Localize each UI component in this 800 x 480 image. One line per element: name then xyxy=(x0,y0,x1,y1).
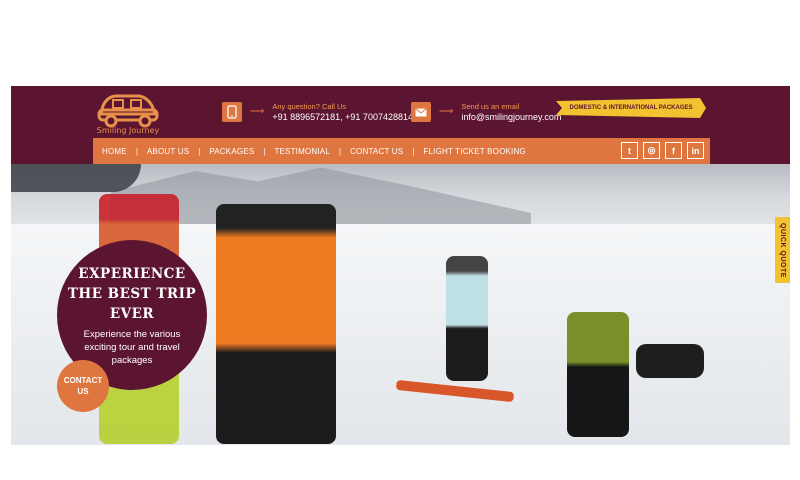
mail-icon xyxy=(411,102,431,122)
phone-value[interactable]: +91 8896572181, +91 7007428814 xyxy=(272,111,413,123)
nav-packages[interactable]: PACKAGES xyxy=(200,147,263,156)
contact-button-line2: US xyxy=(77,387,89,396)
nav-testimonial[interactable]: TESTIMONIAL xyxy=(265,147,339,156)
nav-separator: | xyxy=(263,146,266,156)
hero-heading-line2: THE BEST TRIP xyxy=(67,285,197,302)
social-links: t ◎ f in xyxy=(621,142,704,159)
logo[interactable]: Smiling Journey xyxy=(93,88,163,138)
linkedin-icon[interactable]: in xyxy=(687,142,704,159)
hero-heading-line1: EXPERIENCE xyxy=(78,265,186,282)
phone-contact[interactable]: ⟶ Any question? Call Us +91 8896572181, … xyxy=(222,102,413,123)
nav-contact-us[interactable]: CONTACT US xyxy=(341,147,412,156)
skier-figure xyxy=(446,256,488,381)
twitter-icon[interactable]: t xyxy=(621,142,638,159)
email-contact[interactable]: ⟶ Send us an email info@smilingjourney.c… xyxy=(411,102,561,123)
arrow-right-icon: ⟶ xyxy=(439,106,454,117)
nav-flight-ticket-booking[interactable]: FLIGHT TICKET BOOKING xyxy=(414,147,534,156)
nav-about-us[interactable]: ABOUT US xyxy=(138,147,198,156)
arrow-right-icon: ⟶ xyxy=(250,106,265,117)
hero-banner: EXPERIENCE THE BEST TRIP EVER Experience… xyxy=(11,164,790,445)
nav-separator: | xyxy=(412,146,415,156)
quick-quote-tab[interactable]: QUICK QUOTE xyxy=(775,217,790,283)
site-header: Smiling Journey ⟶ Any question? Call Us … xyxy=(11,86,790,138)
skier-figure xyxy=(216,204,336,444)
logo-text: Smiling Journey xyxy=(96,126,160,135)
site-frame: Smiling Journey ⟶ Any question? Call Us … xyxy=(11,86,790,445)
car-logo-icon xyxy=(97,94,159,128)
nav-home[interactable]: HOME xyxy=(93,147,136,156)
hero-heading-line3: EVER xyxy=(109,305,155,322)
main-navigation: HOME | ABOUT US | PACKAGES | TESTIMONIAL… xyxy=(93,138,710,164)
nav-separator: | xyxy=(135,146,138,156)
nav-separator: | xyxy=(338,146,342,156)
phone-icon xyxy=(222,102,242,122)
packages-ribbon[interactable]: DOMESTIC & INTERNATIONAL PACKAGES xyxy=(556,98,706,118)
ski-lift xyxy=(11,164,141,192)
contact-us-button[interactable]: CONTACT US xyxy=(57,360,109,412)
facebook-icon[interactable]: f xyxy=(665,142,682,159)
email-value[interactable]: info@smilingjourney.com xyxy=(461,111,561,123)
phone-label: Any question? Call Us xyxy=(272,102,347,111)
skier-figure xyxy=(567,312,629,437)
instagram-icon[interactable]: ◎ xyxy=(643,142,660,159)
backpack xyxy=(636,344,704,378)
email-label: Send us an email xyxy=(461,102,520,111)
nav-separator: | xyxy=(198,146,201,156)
contact-button-line1: CONTACT xyxy=(63,376,103,385)
